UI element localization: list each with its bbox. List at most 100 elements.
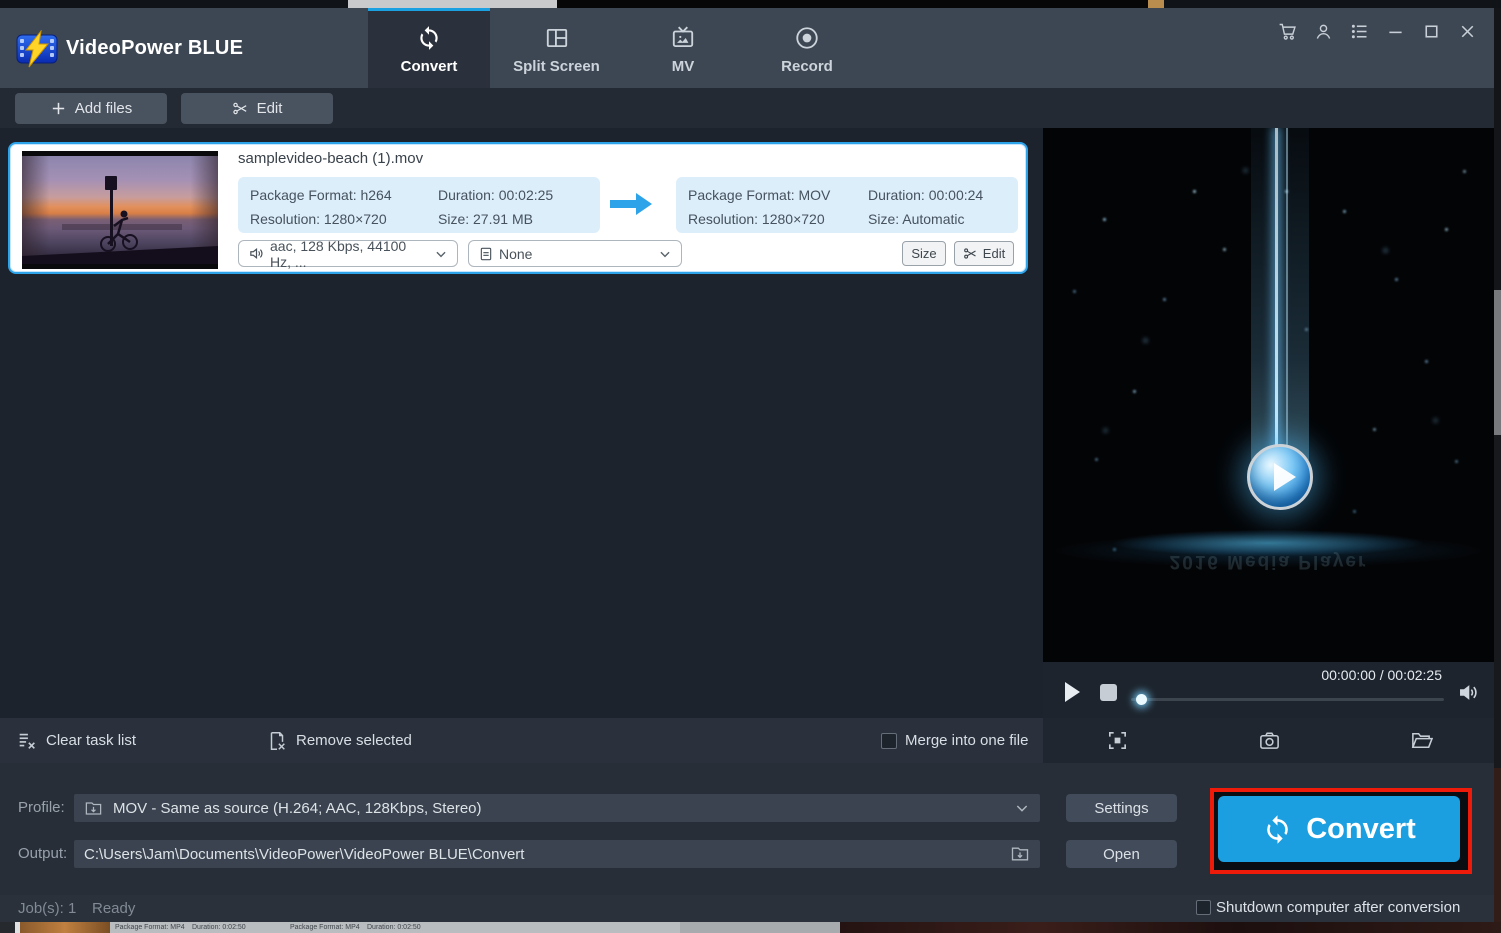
file-name: samplevideo-beach (1).mov	[238, 150, 424, 167]
edit-button[interactable]: Edit	[181, 92, 333, 124]
bg-seg	[1494, 768, 1501, 922]
merge-into-one-file-toggle[interactable]: Merge into one file	[881, 718, 1028, 763]
task-list: samplevideo-beach (1).mov Package Format…	[0, 128, 1043, 718]
close-icon[interactable]	[1457, 21, 1478, 42]
open-output-folder-button[interactable]	[1410, 729, 1434, 752]
play-overlay-button[interactable]	[1247, 444, 1313, 510]
camera-icon	[1260, 732, 1279, 749]
convert-button[interactable]: Convert	[1218, 796, 1460, 862]
tab-convert-label: Convert	[400, 57, 458, 75]
particles	[1043, 128, 1048, 133]
fullscreen-button[interactable]	[1106, 729, 1129, 752]
scissors-icon	[232, 102, 247, 114]
profile-select[interactable]: MOV - Same as source (H.264; AAC, 128Kbp…	[74, 794, 1040, 822]
output-path-value: C:\Users\Jam\Documents\VideoPower\VideoP…	[84, 845, 525, 863]
light-beam-core	[1286, 128, 1288, 448]
target-package-format: Package Format: MOV	[688, 187, 831, 203]
target-info-box: Package Format: MOV Duration: 00:00:24 R…	[676, 177, 1018, 233]
tab-mv-label: MV	[671, 57, 695, 75]
bg-text-fragment: Duration: 0:02:50	[192, 924, 246, 931]
snapshot-button[interactable]	[1258, 729, 1281, 752]
chevron-down-icon	[1016, 805, 1028, 812]
output-path-field[interactable]: C:\Users\Jam\Documents\VideoPower\VideoP…	[74, 840, 1040, 868]
clear-list-icon	[19, 733, 35, 749]
video-thumbnail	[22, 151, 218, 269]
app-logo-icon	[16, 29, 58, 68]
light-beam	[1251, 128, 1309, 460]
split-screen-icon	[546, 28, 567, 47]
stop-button[interactable]	[1100, 684, 1117, 701]
subtitle-file-icon	[480, 247, 492, 260]
bg-seg: Package Format: MP4 Duration: 0:02:50 Pa…	[110, 922, 680, 933]
bg-seg	[1494, 8, 1501, 290]
item-edit-button[interactable]: Edit	[954, 241, 1014, 266]
clear-task-list-label: Clear task list	[46, 732, 137, 749]
bg-seg	[1494, 435, 1501, 768]
account-icon[interactable]	[1313, 21, 1334, 42]
volume-icon[interactable]	[1457, 681, 1480, 704]
sync-icon	[420, 25, 438, 50]
bg-text-fragment: Package Format: MP4	[290, 924, 360, 931]
add-files-button[interactable]: Add files	[15, 92, 167, 124]
tv-icon	[672, 26, 694, 47]
bg-text-fragment: Duration: 0:02:50	[367, 924, 421, 931]
seek-slider[interactable]	[1131, 694, 1444, 705]
merge-checkbox[interactable]	[881, 732, 897, 749]
bg-seg	[840, 922, 1501, 933]
menu-list-icon[interactable]	[1349, 21, 1370, 42]
target-size: Size: Automatic	[868, 211, 965, 227]
shutdown-label: Shutdown computer after conversion	[1216, 899, 1461, 916]
titlebar: VideoPower BLUE Convert Split Screen MV …	[0, 8, 1494, 88]
background-window-strip-top	[0, 0, 1501, 8]
fullscreen-icon	[1109, 732, 1126, 749]
preview-video[interactable]: 2016 Media Player	[1043, 128, 1494, 662]
tab-record[interactable]: Record	[743, 8, 871, 88]
clear-task-list-button[interactable]: Clear task list	[16, 718, 136, 763]
target-duration: Duration: 00:00:24	[868, 187, 984, 203]
source-resolution: Resolution: 1280×720	[250, 211, 387, 227]
shutdown-checkbox[interactable]	[1196, 900, 1211, 915]
source-duration: Duration: 00:02:25	[438, 187, 554, 203]
bg-seg	[0, 0, 348, 8]
cart-icon[interactable]	[1277, 21, 1298, 42]
thumbnail-silhouette	[22, 176, 218, 264]
remove-selected-button[interactable]: Remove selected	[266, 718, 412, 763]
size-button[interactable]: Size	[902, 241, 946, 266]
profile-label: Profile:	[18, 799, 65, 816]
background-window-strip-right	[1494, 8, 1501, 922]
convert-button-label: Convert	[1306, 812, 1416, 845]
output-label: Output:	[18, 845, 68, 862]
status-text: Ready	[92, 900, 136, 917]
browse-folder-icon[interactable]	[1010, 844, 1030, 864]
chevron-down-icon	[436, 251, 446, 257]
playback-controls: 00:00:00 / 00:02:25	[1043, 662, 1494, 718]
profile-folder-icon	[85, 801, 102, 815]
settings-button[interactable]: Settings	[1066, 794, 1177, 822]
tab-mv[interactable]: MV	[623, 8, 743, 88]
bg-seg	[348, 0, 557, 8]
app-title: VideoPower BLUE	[66, 37, 244, 59]
edit-label: Edit	[256, 99, 283, 117]
file-item-card[interactable]: samplevideo-beach (1).mov Package Format…	[8, 142, 1028, 274]
tab-split-screen[interactable]: Split Screen	[490, 8, 623, 88]
maximize-icon[interactable]	[1421, 21, 1442, 42]
source-package-format: Package Format: h264	[250, 187, 392, 203]
seek-slider-thumb[interactable]	[1136, 694, 1147, 705]
play-button[interactable]	[1065, 682, 1080, 702]
open-button[interactable]: Open	[1066, 840, 1177, 868]
shutdown-after-conversion-toggle[interactable]: Shutdown computer after conversion	[1196, 899, 1460, 916]
bg-seg	[1494, 290, 1501, 435]
subtitle-select[interactable]: None	[468, 240, 682, 267]
audio-track-select[interactable]: aac, 128 Kbps, 44100 Hz, ...	[238, 238, 458, 270]
open-button-label: Open	[1103, 845, 1140, 863]
bg-seg	[1164, 0, 1501, 8]
tab-convert[interactable]: Convert	[368, 8, 490, 88]
remove-file-icon	[270, 731, 285, 750]
item-edit-button-label: Edit	[982, 246, 1006, 261]
minimize-icon[interactable]	[1385, 21, 1406, 42]
open-folder-icon	[1411, 733, 1434, 748]
sync-icon	[1267, 814, 1289, 844]
profile-value: MOV - Same as source (H.264; AAC, 128Kbp…	[113, 799, 482, 817]
main-tabs: Convert Split Screen MV Record	[368, 8, 871, 88]
source-info-box: Package Format: h264 Duration: 00:02:25 …	[238, 177, 600, 233]
